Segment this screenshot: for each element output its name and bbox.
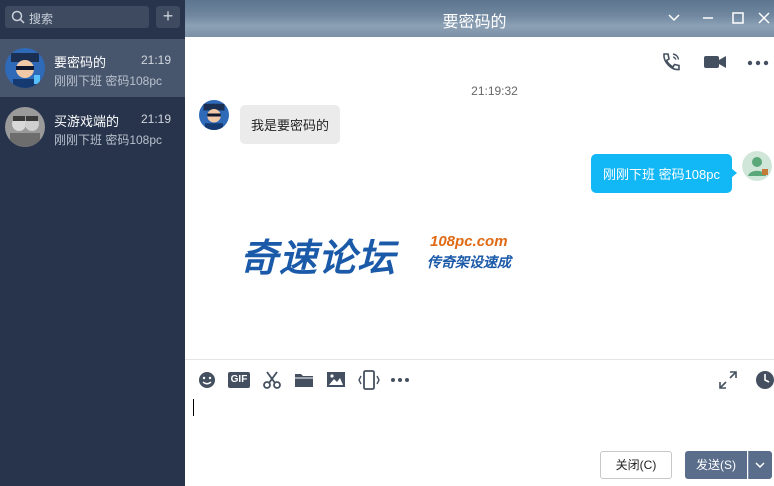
contact-time: 21:19 — [140, 112, 171, 126]
image-icon[interactable] — [325, 369, 347, 391]
message-input[interactable]: 关闭(C) 发送(S) — [185, 399, 774, 486]
sent-message: 刚刚下班 密码108pc — [590, 154, 738, 193]
watermark-url: 108pc.com — [430, 233, 508, 250]
contact-name: 要密码的 — [54, 55, 107, 70]
avatar — [5, 48, 45, 88]
contact-name: 买游戏端的 — [54, 114, 120, 129]
chat-area: 21:19:32 我是要密码的 刚刚下班 密码108pc 奇速论坛 108pc.… — [185, 37, 774, 359]
video-call-icon[interactable] — [702, 51, 728, 73]
title-bar: 要密码的 — [185, 0, 774, 37]
scissors-icon[interactable] — [261, 369, 283, 391]
search-icon — [11, 10, 25, 24]
contact-item-1[interactable]: 要密码的 21:19 刚刚下班 密码108pc — [0, 39, 185, 97]
contact-time: 21:19 — [140, 53, 171, 67]
avatar — [5, 107, 45, 147]
chevron-down-icon[interactable] — [665, 9, 683, 27]
input-toolbar: GIF — [185, 359, 774, 399]
close-button[interactable]: 关闭(C) — [600, 451, 672, 479]
avatar — [742, 151, 772, 181]
expand-icon[interactable] — [717, 369, 739, 391]
history-icon[interactable] — [753, 369, 774, 391]
sidebar: 搜索 + 要密码的 21:19 刚刚下班 密码108pc 买游戏端的 21:19… — [0, 0, 185, 486]
contact-item-2[interactable]: 买游戏端的 21:19 刚刚下班 密码108pc — [0, 98, 185, 156]
minimize-icon[interactable] — [699, 9, 717, 27]
emoji-icon[interactable] — [196, 369, 218, 391]
phone-call-icon[interactable] — [658, 51, 684, 73]
gif-icon[interactable]: GIF — [228, 372, 250, 388]
send-button[interactable]: 发送(S) — [685, 451, 747, 479]
watermark-title: 奇速论坛 — [240, 236, 397, 280]
avatar — [199, 100, 229, 130]
shake-icon[interactable] — [358, 369, 380, 391]
message-timestamp: 21:19:32 — [471, 84, 518, 98]
watermark-subtitle: 传奇架设速成 — [427, 254, 511, 270]
search-placeholder: 搜索 — [29, 12, 54, 26]
window-title: 要密码的 — [442, 14, 507, 31]
chevron-down-icon — [755, 462, 765, 469]
more-icon[interactable] — [745, 51, 771, 73]
send-options-button[interactable] — [748, 451, 772, 479]
gif-label: GIF — [230, 374, 248, 385]
search-input[interactable]: 搜索 — [5, 6, 149, 28]
received-message: 我是要密码的 — [240, 105, 341, 144]
more-icon[interactable] — [389, 369, 411, 391]
contact-preview: 刚刚下班 密码108pc — [54, 133, 163, 147]
add-button[interactable]: + — [156, 6, 180, 28]
maximize-icon[interactable] — [729, 9, 747, 27]
watermark-logo: 奇速论坛 108pc.com 传奇架设速成 — [240, 227, 540, 280]
contact-preview: 刚刚下班 密码108pc — [54, 74, 163, 88]
plus-icon: + — [162, 6, 174, 26]
close-icon[interactable] — [757, 9, 771, 27]
text-caret — [193, 399, 194, 416]
folder-icon[interactable] — [293, 369, 315, 391]
